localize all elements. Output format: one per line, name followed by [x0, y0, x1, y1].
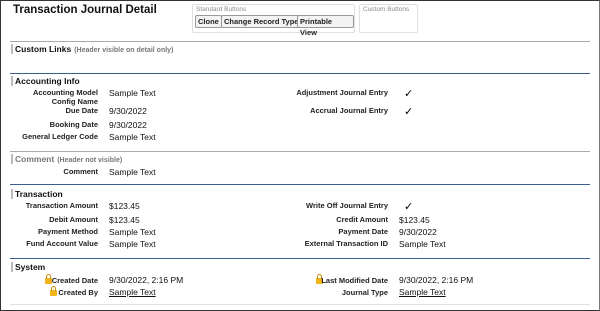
custom-buttons-group: Custom Buttons: [359, 4, 418, 33]
transaction-amount-label: Transaction Amount: [25, 201, 98, 210]
bottom-separator: [10, 304, 590, 305]
adjustment-journal-entry-label: Adjustment Journal Entry: [296, 88, 388, 97]
custom-buttons-header: Custom Buttons: [363, 6, 410, 13]
general-ledger-code-value: Sample Text: [109, 132, 156, 142]
system-rule: [10, 258, 590, 259]
transaction-amount-value: $123.45: [109, 201, 140, 211]
fund-account-value-value: Sample Text: [109, 239, 156, 249]
standard-buttons-header: Standard Buttons: [196, 6, 247, 13]
accounting-info-title: Accounting Info: [11, 76, 80, 86]
created-by-label: Created By: [58, 288, 98, 297]
write-off-journal-entry-check-icon: ✓: [404, 201, 414, 213]
printable-view-button[interactable]: Printable View: [297, 15, 354, 37]
debit-amount-label: Debit Amount: [49, 215, 98, 224]
journal-type-link[interactable]: Sample Text: [399, 287, 446, 297]
booking-date-value: 9/30/2022: [109, 120, 147, 130]
external-transaction-id-value: Sample Text: [399, 239, 446, 249]
write-off-journal-entry-label: Write Off Journal Entry: [306, 201, 388, 210]
payment-date-value: 9/30/2022: [399, 227, 437, 237]
debit-amount-value: $123.45: [109, 215, 140, 225]
journal-type-label: Journal Type: [341, 288, 388, 297]
accounting-model-config-name-value: Sample Text: [109, 88, 156, 98]
comment-title: Comment: [15, 154, 55, 164]
adjustment-journal-entry-check-icon: ✓: [404, 88, 414, 100]
comment-rule: [10, 151, 590, 152]
comment-value: Sample Text: [109, 167, 156, 177]
custom-links-section-title: Custom Links (Header visible on detail on…: [11, 44, 173, 54]
external-transaction-id-label: External Transaction ID: [304, 239, 388, 248]
due-date-label: Due Date: [65, 106, 98, 115]
accrual-journal-entry-label: Accrual Journal Entry: [310, 106, 388, 115]
comment-label: Comment: [63, 167, 98, 176]
system-title: System: [11, 262, 45, 272]
fund-account-value-label: Fund Account Value: [26, 239, 98, 248]
last-modified-date-value: 9/30/2022, 2:16 PM: [399, 275, 474, 285]
comment-section-title: Comment (Header not visible): [11, 154, 122, 164]
standard-buttons-group: Standard Buttons Clone Change Record Typ…: [192, 4, 355, 37]
transaction-rule: [10, 184, 590, 185]
page-title: Transaction Journal Detail: [13, 4, 157, 16]
accounting-model-config-name-label: Accounting Model Config Name: [33, 88, 98, 106]
due-date-value: 9/30/2022: [109, 106, 147, 116]
payment-method-value: Sample Text: [109, 227, 156, 237]
custom-links-title: Custom Links: [15, 44, 72, 54]
credit-amount-label: Credit Amount: [336, 215, 388, 224]
payment-date-label: Payment Date: [338, 227, 388, 236]
last-modified-date-label: Last Modified Date: [321, 276, 388, 285]
custom-links-rule: [10, 41, 590, 42]
created-by-link[interactable]: Sample Text: [109, 287, 156, 297]
general-ledger-code-label: General Ledger Code: [22, 132, 98, 141]
clone-button[interactable]: Clone: [195, 15, 222, 28]
booking-date-label: Booking Date: [49, 120, 98, 129]
payment-method-label: Payment Method: [37, 227, 98, 236]
transaction-title: Transaction: [11, 189, 63, 199]
change-record-type-button[interactable]: Change Record Type: [221, 15, 302, 28]
created-date-value: 9/30/2022, 2:16 PM: [109, 275, 184, 285]
comment-subtitle: (Header not visible): [57, 157, 123, 164]
credit-amount-value: $123.45: [399, 215, 430, 225]
created-date-label: Created Date: [51, 276, 98, 285]
accrual-journal-entry-check-icon: ✓: [404, 106, 414, 118]
accounting-info-rule: [10, 73, 590, 74]
custom-links-subtitle: (Header visible on detail only): [74, 47, 174, 54]
